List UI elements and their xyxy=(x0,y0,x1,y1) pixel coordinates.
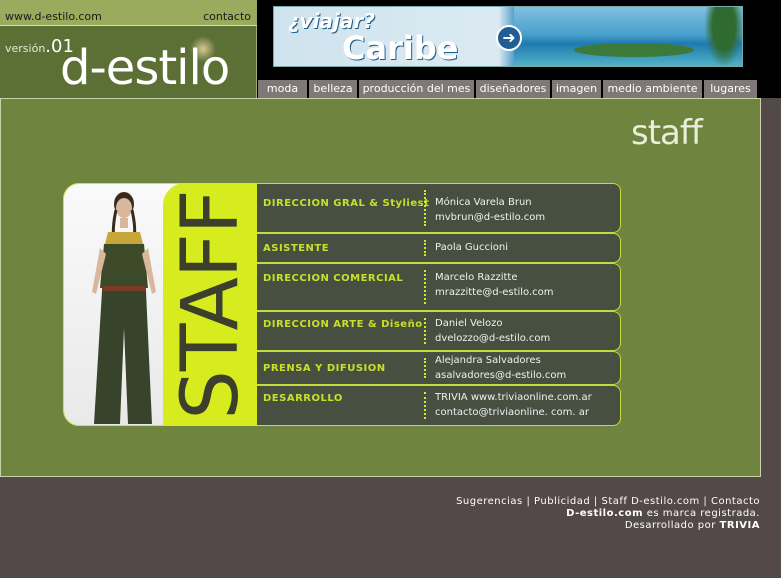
staff-name[interactable]: TRIVIA www.triviaonline.com.ar xyxy=(435,390,592,405)
staff-row: PRENSA Y DIFUSION Alejandra Salvadores a… xyxy=(257,351,621,385)
staff-contact: TRIVIA www.triviaonline.com.ar contacto@… xyxy=(435,390,592,420)
footer: Sugerencias | Publicidad | Staff D-estil… xyxy=(456,496,760,532)
banner-destination: Caribe xyxy=(342,29,459,67)
staff-role: ASISTENTE xyxy=(263,243,330,254)
staff-contact: Paola Guccioni xyxy=(435,240,508,255)
staff-role: DIRECCION ARTE & Diseño xyxy=(263,319,423,330)
logo-box: www.d-estilo.com contacto versión.01 d-e… xyxy=(0,0,257,98)
staff-row: DIRECCION COMERCIAL Marcelo Razzitte mra… xyxy=(257,263,621,311)
staff-row: DIRECCION GRAL & Styliest Mónica Varela … xyxy=(257,183,621,233)
top-bar: www.d-estilo.com contacto xyxy=(0,0,257,26)
staff-name: Marcelo Razzitte xyxy=(435,272,518,283)
arrow-right-icon[interactable]: ➜ xyxy=(496,25,522,51)
footer-separator: | xyxy=(593,496,598,507)
staff-email[interactable]: asalvadores@d-estilo.com xyxy=(435,368,566,383)
staff-name: Mónica Varela Brun xyxy=(435,197,532,208)
staff-role: DESARROLLO xyxy=(263,393,343,404)
footer-link-sugerencias[interactable]: Sugerencias xyxy=(456,496,523,507)
footer-credits: Desarrollado por TRIVIA xyxy=(456,520,760,532)
tab-belleza[interactable]: belleza xyxy=(309,80,358,98)
tab-imagen[interactable]: imagen xyxy=(552,80,602,98)
staff-contact: Marcelo Razzitte mrazzitte@d-estilo.com xyxy=(435,270,554,300)
footer-trademark: D-estilo.com es marca registrada. xyxy=(456,508,760,520)
footer-separator: | xyxy=(703,496,708,507)
footer-link-publicidad[interactable]: Publicidad xyxy=(534,496,590,507)
staff-email[interactable]: dvelozzo@d-estilo.com xyxy=(435,331,550,346)
staff-card: STAFF DIRECCION GRAL & Styliest Mónica V… xyxy=(63,183,622,426)
tab-produccion-del-mes[interactable]: producción del mes xyxy=(359,80,475,98)
tab-moda[interactable]: moda xyxy=(258,80,308,98)
tab-lugares[interactable]: lugares xyxy=(704,80,758,98)
staff-contact: Daniel Velozo dvelozzo@d-estilo.com xyxy=(435,316,550,346)
site-url-link[interactable]: www.d-estilo.com xyxy=(5,10,102,23)
footer-brand: D-estilo.com xyxy=(566,508,643,519)
dotted-separator xyxy=(424,358,426,378)
staff-row: ASISTENTE Paola Guccioni xyxy=(257,233,621,263)
dotted-separator xyxy=(424,318,426,344)
footer-developed-by: Desarrollado por xyxy=(624,520,716,531)
contact-link[interactable]: contacto xyxy=(203,10,251,23)
model-figure-image xyxy=(92,192,156,424)
staff-contact: Mónica Varela Brun mvbrun@d-estilo.com xyxy=(435,195,545,225)
staff-role: PRENSA Y DIFUSION xyxy=(263,363,386,374)
staff-email[interactable]: mvbrun@d-estilo.com xyxy=(435,210,545,225)
staff-name: Daniel Velozo xyxy=(435,318,503,329)
dotted-separator xyxy=(424,270,426,304)
banner-island-image xyxy=(574,43,694,57)
staff-row: DESARROLLO TRIVIA www.triviaonline.com.a… xyxy=(257,385,621,426)
dotted-separator xyxy=(424,190,426,226)
banner-palm-image xyxy=(704,7,742,66)
header: www.d-estilo.com contacto versión.01 d-e… xyxy=(0,0,781,98)
tab-disenadores[interactable]: diseñadores xyxy=(476,80,551,98)
tab-medio-ambiente[interactable]: medio ambiente xyxy=(603,80,703,98)
footer-link-staff[interactable]: Staff D-estilo.com xyxy=(601,496,699,507)
dotted-separator xyxy=(424,240,426,256)
staff-name: Paola Guccioni xyxy=(435,242,509,253)
footer-developer[interactable]: TRIVIA xyxy=(720,520,760,531)
footer-links: Sugerencias | Publicidad | Staff D-estil… xyxy=(456,496,760,508)
staff-vertical-label: STAFF xyxy=(166,190,256,420)
footer-trademark-text: es marca registrada. xyxy=(646,508,760,519)
footer-separator: | xyxy=(526,496,531,507)
staff-name: Alejandra Salvadores xyxy=(435,355,541,366)
footer-link-contacto[interactable]: Contacto xyxy=(711,496,760,507)
dotted-separator xyxy=(424,392,426,419)
page-title: staff xyxy=(631,113,703,153)
staff-email[interactable]: contacto@triviaonline. com. ar xyxy=(435,405,592,420)
staff-role: DIRECCION COMERCIAL xyxy=(263,273,404,284)
staff-role: DIRECCION GRAL & Styliest xyxy=(263,198,430,209)
brand-logo[interactable]: d-estilo xyxy=(60,38,230,98)
staff-email[interactable]: mrazzitte@d-estilo.com xyxy=(435,285,554,300)
version-text: versión xyxy=(5,42,46,55)
main-content: staff STAFF DIRECCION GRAL & Styliest Mó… xyxy=(0,98,761,477)
staff-contact: Alejandra Salvadores asalvadores@d-estil… xyxy=(435,353,566,383)
staff-row: DIRECCION ARTE & Diseño Daniel Velozo dv… xyxy=(257,311,621,351)
caribe-banner-ad[interactable]: ¿viajar? Caribe ➜ xyxy=(273,6,743,67)
